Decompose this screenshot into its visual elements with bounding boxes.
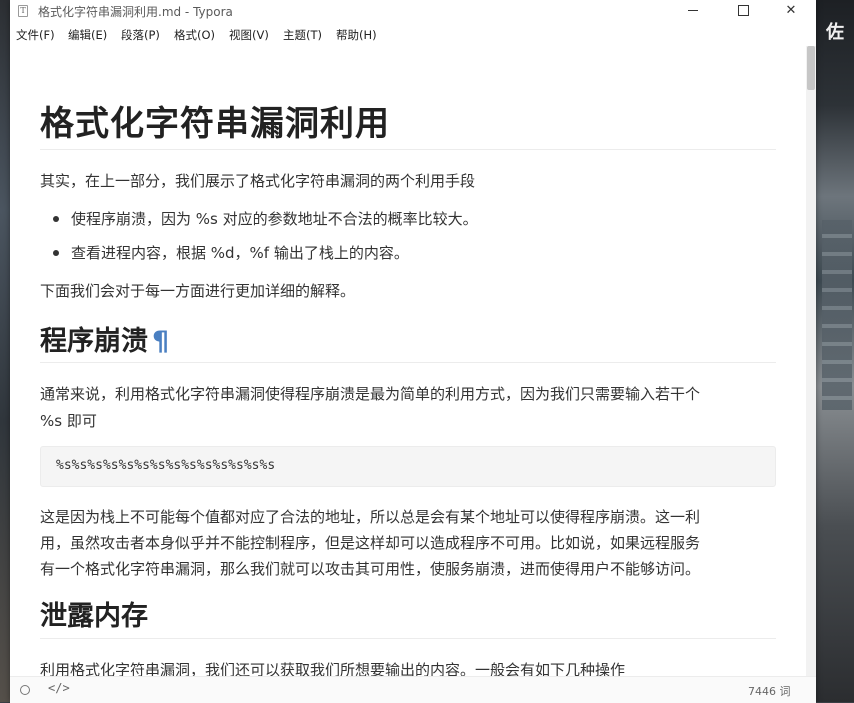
title-divider xyxy=(40,149,776,150)
crash-paragraph-line: 通常来说，利用格式化字符串漏洞使得程序崩溃是最为简单的利用方式，因为我们只需要输… xyxy=(40,385,701,403)
section-heading-crash: 程序崩溃 ¶ xyxy=(40,319,169,358)
list-item: 使程序崩溃，因为 %s 对应的参数地址不合法的概率比较大。 xyxy=(71,210,478,228)
bullet-icon xyxy=(53,216,59,222)
minimize-button[interactable] xyxy=(670,0,716,22)
menu-theme[interactable]: 主题(T) xyxy=(283,27,322,43)
section-heading-text: 程序崩溃 xyxy=(40,326,148,357)
window-title: 格式化字符串漏洞利用.md - Typora xyxy=(38,5,233,19)
close-button[interactable]: ✕ xyxy=(768,0,814,22)
document-title: 格式化字符串漏洞利用 xyxy=(40,104,390,144)
section-divider xyxy=(40,638,776,639)
editor-content[interactable]: 格式化字符串漏洞利用 其实，在上一部分，我们展示了格式化字符串漏洞的两个利用手段… xyxy=(10,46,806,676)
background-left xyxy=(0,0,10,702)
followup-paragraph: 下面我们会对于每一方面进行更加详细的解释。 xyxy=(40,282,356,300)
menu-file[interactable]: 文件(F) xyxy=(16,27,55,43)
explanation-paragraph-line: 用，虽然攻击者本身似乎并不能控制程序，但是这样却可以造成程序不可用。比如说，如果… xyxy=(40,534,701,552)
title-bar[interactable]: T 格式化字符串漏洞利用.md - Typora ✕ xyxy=(10,0,816,22)
explanation-paragraph-line: 有一个格式化字符串漏洞，那么我们就可以攻击其可用性，使服务崩溃，进而使得用户不能… xyxy=(40,560,701,578)
menu-edit[interactable]: 编辑(E) xyxy=(68,27,107,43)
status-bar: </> 7446 词 xyxy=(10,676,816,703)
maximize-button[interactable] xyxy=(720,0,766,22)
minimize-icon xyxy=(688,10,698,11)
sidebar-toggle-icon[interactable] xyxy=(20,685,30,695)
crash-paragraph-line: %s 即可 xyxy=(40,412,97,430)
close-icon: ✕ xyxy=(785,3,797,18)
section-divider xyxy=(40,362,776,363)
source-mode-toggle[interactable]: </> xyxy=(48,681,70,695)
section-heading-leak: 泄露内存 xyxy=(40,601,148,632)
background-right-text: 佐 xyxy=(826,22,844,43)
menu-bar: 文件(F) 编辑(E) 段落(P) 格式(O) 视图(V) 主题(T) 帮助(H… xyxy=(10,22,816,46)
menu-paragraph[interactable]: 段落(P) xyxy=(121,27,160,43)
maximize-icon xyxy=(737,5,749,16)
menu-format[interactable]: 格式(O) xyxy=(174,27,215,43)
typora-app-icon: T xyxy=(18,5,28,17)
bullet-icon xyxy=(53,250,59,256)
menu-help[interactable]: 帮助(H) xyxy=(336,27,377,43)
code-text: %s%s%s%s%s%s%s%s%s%s%s%s%s%s xyxy=(56,458,276,473)
explanation-paragraph-line: 这是因为栈上不可能每个值都对应了合法的地址，所以总是会有某个地址可以使得程序崩溃… xyxy=(40,508,701,526)
vertical-scrollbar[interactable] xyxy=(806,46,816,676)
menu-view[interactable]: 视图(V) xyxy=(229,27,269,43)
scrollbar-thumb[interactable] xyxy=(807,46,815,90)
pilcrow-icon[interactable]: ¶ xyxy=(152,326,169,357)
typora-window: T 格式化字符串漏洞利用.md - Typora ✕ 文件(F) 编辑(E) 段… xyxy=(10,0,816,703)
intro-paragraph: 其实，在上一部分，我们展示了格式化字符串漏洞的两个利用手段 xyxy=(40,172,476,190)
list-item: 查看进程内容，根据 %d，%f 输出了栈上的内容。 xyxy=(71,244,409,262)
leak-paragraph: 利用格式化字符串漏洞，我们还可以获取我们所想要输出的内容。一般会有如下几种操作 xyxy=(40,661,626,676)
code-block[interactable]: %s%s%s%s%s%s%s%s%s%s%s%s%s%s xyxy=(40,446,776,487)
background-right-block xyxy=(822,220,852,410)
word-count[interactable]: 7446 词 xyxy=(748,683,791,699)
